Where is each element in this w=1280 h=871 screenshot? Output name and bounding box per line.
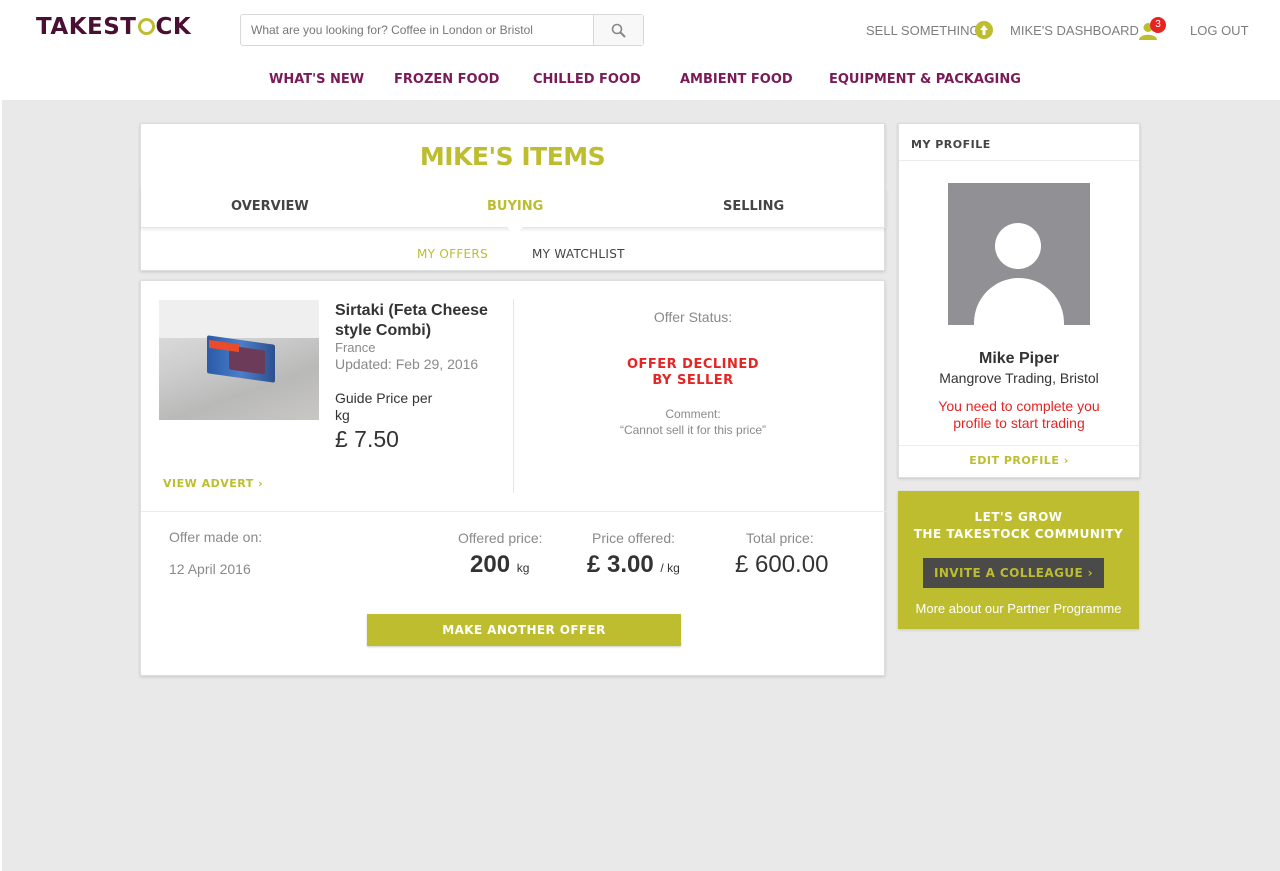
upload-icon[interactable] — [975, 21, 993, 39]
page-title: MIKE'S ITEMS — [419, 142, 606, 171]
offer-status-value: OFFER DECLINED BY SELLER — [514, 357, 872, 389]
avatar-head-shape — [995, 223, 1041, 269]
logout-link[interactable]: LOG OUT — [1190, 23, 1249, 38]
offered-quantity-unit: kg — [516, 561, 530, 575]
notification-badge[interactable]: 3 — [1150, 17, 1166, 33]
profile-divider — [899, 445, 1139, 446]
subtab-my-watchlist[interactable]: MY WATCHLIST — [532, 247, 625, 261]
profile-card: MY PROFILE Mike Piper Mangrove Trading, … — [898, 123, 1140, 478]
offer-status-line2: BY SELLER — [652, 373, 734, 388]
price-offered-unit: / kg — [660, 561, 680, 575]
site-header: TAKEST CK SELL SOMETHING MIKE'S DASHBOARD… — [0, 0, 1280, 100]
offer-card: Sirtaki (Feta Cheese style Combi) France… — [140, 280, 886, 676]
profile-warning: You need to complete you profile to star… — [938, 398, 1100, 431]
search-button[interactable] — [593, 15, 643, 45]
chevron-right-icon: › — [258, 477, 264, 490]
offered-quantity-number: 200 — [470, 551, 511, 578]
chevron-right-icon: › — [1063, 454, 1069, 467]
search-icon — [611, 23, 626, 38]
vertical-divider — [513, 299, 514, 493]
edit-profile-label: EDIT PROFILE — [969, 454, 1060, 467]
offer-status-line1: OFFER DECLINED — [626, 357, 760, 372]
offer-status-label: Offer Status: — [653, 309, 733, 325]
takestock-logo[interactable]: TAKEST CK — [36, 14, 191, 40]
product-name[interactable]: Sirtaki (Feta Cheese style Combi) — [335, 301, 505, 341]
guide-price-value: £ 7.50 — [335, 426, 399, 452]
tab-buying[interactable]: BUYING — [487, 199, 543, 214]
tab-overview[interactable]: OVERVIEW — [231, 199, 309, 214]
chevron-right-icon: › — [1087, 566, 1093, 580]
sell-something-link[interactable]: SELL SOMETHING — [866, 23, 980, 38]
dashboard-link[interactable]: MIKE'S DASHBOARD — [1010, 23, 1139, 38]
invite-colleague-label: INVITE A COLLEAGUE — [934, 566, 1084, 580]
active-tab-caret — [507, 227, 523, 235]
community-title: LET'S GROW THE TAKESTOCK COMMUNITY — [898, 509, 1139, 543]
avatar-placeholder-icon[interactable] — [948, 183, 1090, 325]
community-title-line2: THE TAKESTOCK COMMUNITY — [913, 527, 1124, 541]
product-image-wall — [159, 300, 319, 338]
product-origin: France — [335, 340, 376, 355]
profile-company: Mangrove Trading, Bristol — [939, 370, 1099, 386]
product-updated: Updated: Feb 29, 2016 — [335, 356, 479, 372]
price-offered-value: £ 3.00 / kg — [587, 551, 680, 579]
logo-prefix: TAKEST — [36, 14, 137, 40]
community-card: LET'S GROW THE TAKESTOCK COMMUNITY INVIT… — [898, 491, 1139, 629]
tabs-row: OVERVIEW BUYING SELLING — [141, 188, 886, 228]
comment-label: Comment: — [665, 407, 721, 421]
horizontal-divider — [141, 511, 886, 512]
nav-item-chilled-food[interactable]: CHILLED FOOD — [533, 72, 641, 87]
invite-colleague-button[interactable]: INVITE A COLLEAGUE › — [923, 558, 1104, 588]
profile-heading: MY PROFILE — [911, 138, 991, 151]
nav-item-whats-new[interactable]: WHAT'S NEW — [269, 72, 364, 87]
view-advert-label: VIEW ADVERT — [163, 477, 254, 490]
nav-item-equipment-packaging[interactable]: EQUIPMENT & PACKAGING — [829, 72, 1021, 87]
offer-made-label: Offer made on: — [169, 529, 263, 545]
guide-price-label: Guide Price per kg — [335, 390, 433, 423]
logo-suffix: CK — [155, 14, 192, 40]
nav-item-ambient-food[interactable]: AMBIENT FOOD — [680, 72, 793, 87]
offer-made-date: 12 April 2016 — [169, 561, 251, 577]
product-image[interactable] — [159, 300, 319, 420]
offered-quantity-value: 200 kg — [470, 551, 529, 579]
profile-header: MY PROFILE — [899, 124, 1139, 161]
total-price-value: £ 600.00 — [735, 551, 829, 578]
edit-profile-link[interactable]: EDIT PROFILE › — [899, 454, 1139, 467]
search-input[interactable] — [241, 15, 593, 45]
tab-selling[interactable]: SELLING — [723, 199, 784, 214]
nav-item-frozen-food[interactable]: FROZEN FOOD — [394, 72, 499, 87]
main-nav: WHAT'S NEW FROZEN FOOD CHILLED FOOD AMBI… — [0, 72, 1280, 92]
view-advert-link[interactable]: VIEW ADVERT › — [163, 477, 263, 490]
partner-programme-link[interactable]: More about our Partner Programme — [898, 601, 1139, 616]
offered-quantity-label: Offered price: — [458, 530, 543, 546]
avatar-body-shape — [974, 278, 1064, 325]
search-bar — [240, 14, 644, 46]
total-price-label: Total price: — [746, 530, 814, 546]
profile-name: Mike Piper — [978, 350, 1060, 367]
make-another-offer-button[interactable]: MAKE ANOTHER OFFER — [367, 614, 681, 646]
comment-text: “Cannot sell it for this price” — [619, 423, 767, 437]
logo-o-icon — [137, 18, 155, 35]
community-title-line1: LET'S GROW — [974, 510, 1063, 524]
items-panel: MIKE'S ITEMS OVERVIEW BUYING SELLING MY … — [140, 123, 886, 271]
subtab-my-offers[interactable]: MY OFFERS — [417, 247, 488, 261]
price-offered-number: £ 3.00 — [587, 551, 654, 578]
price-offered-label: Price offered: — [592, 530, 676, 546]
